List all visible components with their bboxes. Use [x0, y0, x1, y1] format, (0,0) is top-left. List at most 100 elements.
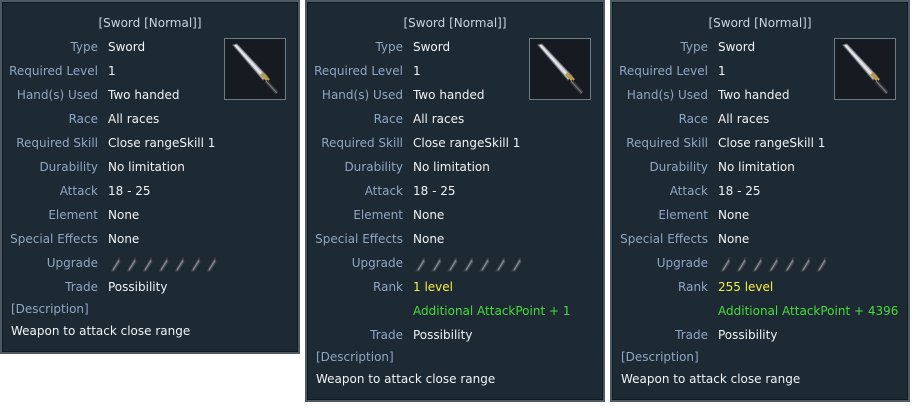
upgrade-slot-icon: [124, 256, 138, 277]
stat-label: Upgrade: [656, 256, 708, 270]
item-tooltip-3: [Sword [Normal]] Type Sword Required Level 1…: [610, 0, 910, 402]
item-title: [Sword [Normal]]: [708, 16, 812, 30]
stat-label: Durability: [39, 160, 98, 174]
stat-row: Hand(s) Used Two handed: [307, 86, 603, 104]
stat-row: Hand(s) Used Two handed: [612, 86, 908, 104]
stat-label: Rank: [678, 280, 708, 294]
upgrade-slot-icon: [734, 256, 748, 277]
description-text: Weapon to attack close range: [621, 372, 801, 386]
item-title: [Sword [Normal]]: [403, 16, 507, 30]
stat-label: Upgrade: [46, 256, 98, 270]
description-text: Weapon to attack close range: [316, 372, 496, 386]
upgrade-slot-icon: [718, 256, 732, 277]
stat-value: None: [413, 232, 445, 246]
stat-value: Possibility: [108, 280, 168, 294]
stat-value: None: [413, 208, 445, 222]
stat-value: No limitation: [108, 160, 185, 174]
upgrade-slot-icon: [413, 256, 427, 277]
stat-label: Element: [658, 208, 708, 222]
stat-label: Required Skill: [16, 136, 98, 150]
stat-row: Trade Possibility: [2, 278, 298, 296]
stat-value: Two handed: [108, 88, 180, 102]
stat-row: Upgrade: [2, 254, 298, 272]
stat-row: Required Skill Close rangeSkill 1: [612, 134, 908, 152]
upgrade-slot-icon: [204, 256, 218, 277]
upgrade-slot-icon: [493, 256, 507, 277]
stat-value: No limitation: [718, 160, 795, 174]
stat-value: None: [718, 208, 750, 222]
description-text: Weapon to attack close range: [11, 324, 191, 338]
stat-row: Special Effects None: [307, 230, 603, 248]
stat-label: Trade: [65, 280, 98, 294]
stat-value: 18 - 25: [718, 184, 761, 198]
stat-label: Type: [375, 40, 403, 54]
upgrade-slot-icon: [509, 256, 523, 277]
stat-value: Close rangeSkill 1: [413, 136, 521, 150]
stat-label: Special Effects: [620, 232, 708, 246]
description-label: [Description]: [11, 302, 89, 316]
stat-label: Upgrade: [351, 256, 403, 270]
stat-label: Required Level: [619, 64, 708, 78]
stat-label: Trade: [675, 328, 708, 342]
stat-row: Rank 255 level: [612, 278, 908, 296]
stat-label: Required Skill: [321, 136, 403, 150]
stat-label: Hand(s) Used: [16, 88, 98, 102]
stat-value: 1: [413, 64, 421, 78]
upgrade-slot-icon: [140, 256, 154, 277]
stat-row: Race All races: [2, 110, 298, 128]
stat-row: Type Sword: [307, 38, 603, 56]
upgrade-slot-icon: [429, 256, 443, 277]
stat-value: Sword: [718, 40, 756, 54]
upgrade-slot-icon: [172, 256, 186, 277]
stat-row: Special Effects None: [612, 230, 908, 248]
upgrade-slot-icon: [445, 256, 459, 277]
description-label: [Description]: [316, 350, 394, 364]
stat-row: Required Skill Close rangeSkill 1: [307, 134, 603, 152]
rank-value: 255 level: [718, 280, 774, 294]
stat-label: Hand(s) Used: [321, 88, 403, 102]
stat-value: None: [718, 232, 750, 246]
upgrade-slots: [718, 256, 830, 272]
stat-value: None: [108, 208, 140, 222]
upgrade-slots: [108, 256, 220, 272]
stat-label: Race: [68, 112, 98, 126]
stat-label: Required Skill: [626, 136, 708, 150]
stat-value: All races: [413, 112, 465, 126]
upgrade-slot-icon: [108, 256, 122, 277]
bonus-value: Additional AttackPoint + 1: [413, 304, 571, 318]
upgrade-slot-icon: [766, 256, 780, 277]
stat-row: Element None: [307, 206, 603, 224]
stat-label: Required Level: [9, 64, 98, 78]
bonus-value: Additional AttackPoint + 4396: [718, 304, 899, 318]
stat-row: Required Level 1: [2, 62, 298, 80]
stat-value: Close rangeSkill 1: [108, 136, 216, 150]
stat-row: Type Sword: [612, 38, 908, 56]
stat-row: Race All races: [307, 110, 603, 128]
upgrade-slot-icon: [461, 256, 475, 277]
stat-label: Attack: [669, 184, 708, 198]
stat-row: Additional AttackPoint + 4396: [612, 302, 908, 320]
stat-label: Rank: [373, 280, 403, 294]
stat-row: Race All races: [612, 110, 908, 128]
stat-value: 18 - 25: [108, 184, 151, 198]
stat-value: Two handed: [718, 88, 790, 102]
stat-label: Race: [373, 112, 403, 126]
stat-row: Element None: [2, 206, 298, 224]
stat-row: Upgrade: [612, 254, 908, 272]
stat-value: All races: [108, 112, 160, 126]
stat-value: Possibility: [413, 328, 473, 342]
stat-label: Special Effects: [315, 232, 403, 246]
stat-row: Special Effects None: [2, 230, 298, 248]
description-label: [Description]: [621, 350, 699, 364]
stat-value: Two handed: [413, 88, 485, 102]
stat-row: Durability No limitation: [307, 158, 603, 176]
stat-row: Attack 18 - 25: [2, 182, 298, 200]
upgrade-slot-icon: [750, 256, 764, 277]
upgrade-slot-icon: [188, 256, 202, 277]
stat-row: Durability No limitation: [612, 158, 908, 176]
stat-row: Element None: [612, 206, 908, 224]
stat-row: Required Level 1: [612, 62, 908, 80]
stat-label: Type: [70, 40, 98, 54]
stat-label: Durability: [344, 160, 403, 174]
upgrade-slots: [413, 256, 525, 272]
